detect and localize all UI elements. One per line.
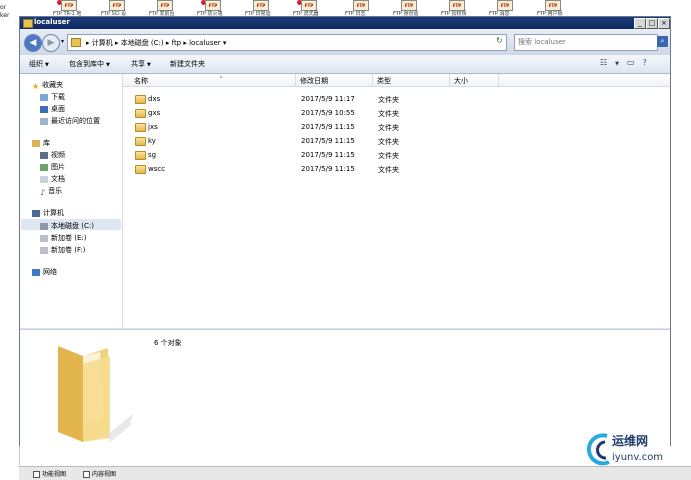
search-input[interactable] [515,35,638,48]
large-folder-icon [58,346,133,442]
drive-icon [40,246,48,254]
folder-icon [135,123,146,132]
nav-videos[interactable]: 视频 [40,150,65,160]
feature-view-tab[interactable]: 功能视图 [33,469,66,478]
chevron-down-icon: ▼ [45,62,49,68]
checkbox-icon [83,471,90,478]
chevron-down-icon[interactable]: ▼ [615,61,619,67]
view-options-icon[interactable]: ☷ [600,58,607,67]
folder-icon [23,19,33,28]
chevron-down-icon: ▼ [147,62,151,68]
folder-icon [135,95,146,104]
desktop-icons-strip: FTP FTP TR-1 地 FTP FTP SCI 设 FTP FTP 发前台 FT… [19,0,691,17]
column-modified[interactable]: 修改日期 [300,76,328,86]
nav-documents[interactable]: 文档 [40,174,65,184]
background-window-edge: or ker [0,0,20,479]
search-icon[interactable]: ⌕ [657,36,668,47]
video-icon [40,151,48,159]
column-divider [372,74,373,86]
column-type[interactable]: 类型 [377,76,391,86]
edge-text: ker [0,12,10,19]
column-divider [449,74,450,86]
forward-button[interactable]: ▶ [42,34,60,52]
share-button[interactable]: 共享 ▼ [131,59,151,69]
folder-icon [135,137,146,146]
file-row[interactable]: sg 2017/5/9 11:15 文件夹 [123,148,670,162]
nav-favorites[interactable]: ★ 收藏夹 [32,80,63,91]
column-header-row: 名称 ⌃ 修改日期 类型 大小 [123,74,670,87]
nav-network[interactable]: 网络 [32,267,57,277]
back-button[interactable]: ◀ [24,34,42,52]
folder-icon [135,165,146,174]
file-list: 名称 ⌃ 修改日期 类型 大小 dxs 2017/5/9 11:17 文件夹 gxs… [123,74,670,328]
maximize-button[interactable]: □ [646,18,658,29]
title-bar[interactable]: localuser _ □ × [20,17,670,29]
pictures-icon [40,163,48,171]
nav-new-volume-f[interactable]: 新加卷 (F:) [40,245,86,255]
documents-icon [40,175,48,183]
nav-downloads[interactable]: 下载 [40,92,65,102]
address-row: ◀ ▶ ▾ ▸ 计算机 ▸ 本地磁盘 (C:) ▸ ftp ▸ localuse… [20,29,670,55]
object-count: 6 个对象 [154,339,182,347]
drive-icon [40,222,48,230]
explorer-window: localuser _ □ × ◀ ▶ ▾ ▸ 计算机 ▸ 本地磁盘 (C:) … [19,16,671,446]
column-divider [498,74,499,86]
preview-pane-icon[interactable]: ▭ [627,58,635,67]
computer-icon [32,209,40,217]
library-icon [32,139,40,147]
address-bar[interactable]: ▸ 计算机 ▸ 本地磁盘 (C:) ▸ ftp ▸ localuser ▾ [67,34,507,51]
search-box[interactable] [514,34,658,51]
column-divider [295,74,296,86]
watermark-logo-icon [587,433,610,466]
include-in-library-button[interactable]: 包含到库中 ▼ [69,59,110,69]
file-row[interactable]: jxs 2017/5/9 11:15 文件夹 [123,120,670,134]
help-icon[interactable]: ? [643,58,647,67]
window-title: localuser [34,18,70,26]
downloads-icon [40,93,48,101]
folder-icon [71,38,81,47]
details-pane: 6 个对象 [20,329,670,446]
file-row[interactable]: dxs 2017/5/9 11:17 文件夹 [123,92,670,106]
file-row[interactable]: gxs 2017/5/9 10:55 文件夹 [123,106,670,120]
edge-text: or [0,4,7,11]
file-row[interactable]: ky 2017/5/9 11:15 文件夹 [123,134,670,148]
checkbox-icon [33,471,40,478]
desktop-icon [40,105,48,113]
star-icon: ★ [32,81,40,91]
nav-computer[interactable]: 计算机 [32,208,64,218]
nav-local-disk-c[interactable]: 本地磁盘 (C:) [21,219,121,230]
nav-music[interactable]: ♪ 音乐 [40,186,62,197]
breadcrumb[interactable]: ▸ 计算机 ▸ 本地磁盘 (C:) ▸ ftp ▸ localuser ▾ [86,38,226,48]
chevron-down-icon: ▼ [106,62,110,68]
nav-desktop[interactable]: 桌面 [40,104,65,114]
close-button[interactable]: × [658,18,670,29]
refresh-icon[interactable]: ↻ [496,36,503,45]
music-icon: ♪ [40,187,46,197]
folder-icon [135,151,146,160]
network-icon [32,268,40,276]
organize-button[interactable]: 组织 ▼ [29,59,49,69]
history-dropdown[interactable]: ▾ [61,38,64,45]
watermark-name: 运维网 [612,434,649,448]
watermark: 运维网 iyunv.com [585,428,691,476]
nav-recent[interactable]: 最近访问的位置 [40,116,100,126]
nav-new-volume-e[interactable]: 新加卷 (E:) [40,233,86,243]
new-folder-button[interactable]: 新建文件夹 [170,59,205,69]
command-bar: 组织 ▼ 包含到库中 ▼ 共享 ▼ 新建文件夹 ☷ ▼ ▭? [20,55,670,74]
column-size[interactable]: 大小 [454,76,468,86]
drive-icon [40,234,48,242]
nav-pictures[interactable]: 图片 [40,162,65,172]
file-row[interactable]: wscc 2017/5/9 11:15 文件夹 [123,162,670,176]
recent-places-icon [40,117,48,125]
column-name[interactable]: 名称 [134,76,148,86]
navigation-pane: ★ 收藏夹 下载 桌面 最近访问的位置 库 视频 图片 文档 ♪ 音乐 计算机 本地… [20,74,123,328]
nav-libraries[interactable]: 库 [32,138,50,148]
watermark-url: iyunv.com [612,452,664,463]
folder-icon [135,109,146,118]
sort-icon: ⌃ [219,76,224,82]
minimize-button[interactable]: _ [634,18,646,29]
content-view-tab[interactable]: 内容视图 [83,469,116,478]
